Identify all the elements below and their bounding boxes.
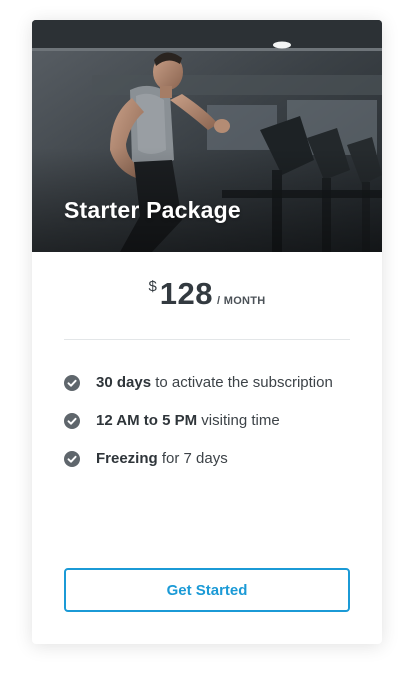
price: $128/ MONTH	[32, 276, 382, 312]
divider	[64, 339, 350, 340]
feature-text: 12 AM to 5 PM visiting time	[96, 410, 280, 432]
check-circle-icon	[64, 413, 80, 429]
price-amount: 128	[159, 276, 214, 311]
pricing-card: Starter Package $128/ MONTH 30 days to a…	[32, 20, 382, 644]
get-started-button[interactable]: Get Started	[64, 568, 350, 612]
feature-item: Freezing for 7 days	[64, 448, 350, 470]
feature-item: 12 AM to 5 PM visiting time	[64, 410, 350, 432]
feature-bold: 12 AM to 5 PM	[96, 412, 198, 429]
feature-bold: Freezing	[96, 450, 158, 467]
feature-item: 30 days to activate the subscription	[64, 372, 350, 394]
package-title: Starter Package	[64, 197, 241, 223]
hero-image: Starter Package	[32, 20, 382, 252]
price-currency: $	[148, 278, 157, 295]
feature-rest: visiting time	[197, 412, 280, 429]
feature-text: 30 days to activate the subscription	[96, 372, 333, 394]
check-circle-icon	[64, 451, 80, 467]
feature-rest: to activate the subscription	[151, 374, 333, 391]
check-circle-icon	[64, 375, 80, 391]
feature-list: 30 days to activate the subscription 12 …	[64, 372, 350, 486]
feature-text: Freezing for 7 days	[96, 448, 228, 470]
price-period: / MONTH	[217, 295, 266, 307]
feature-bold: 30 days	[96, 374, 152, 391]
feature-rest: for 7 days	[157, 450, 228, 467]
